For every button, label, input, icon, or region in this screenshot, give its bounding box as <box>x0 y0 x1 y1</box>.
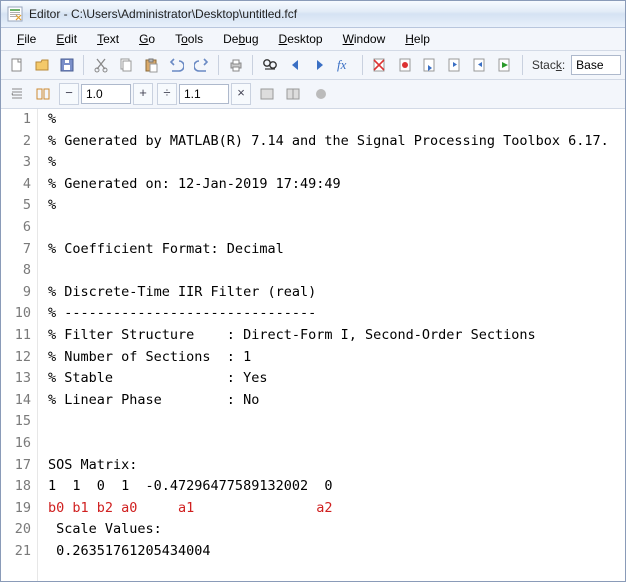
toolbar-separator <box>522 55 523 75</box>
line-number: 14 <box>1 390 31 412</box>
code-line[interactable] <box>48 433 609 455</box>
line-number: 20 <box>1 519 31 541</box>
line-number: 12 <box>1 347 31 369</box>
line-number: 11 <box>1 325 31 347</box>
toolbar-separator <box>218 55 219 75</box>
save-icon[interactable] <box>55 53 78 77</box>
find-icon[interactable] <box>258 53 281 77</box>
line-number: 1 <box>1 109 31 131</box>
main-toolbar: fx Stack: <box>1 51 625 80</box>
menu-file[interactable]: File <box>7 30 46 48</box>
code-line[interactable]: % ------------------------------- <box>48 303 609 325</box>
code-line[interactable] <box>48 260 609 282</box>
menu-debug[interactable]: Debug <box>213 30 268 48</box>
divide-button[interactable]: ÷ <box>157 83 177 105</box>
code-line[interactable]: % Linear Phase : No <box>48 390 609 412</box>
line-number: 15 <box>1 411 31 433</box>
cut-icon[interactable] <box>89 53 112 77</box>
stack-field[interactable] <box>571 55 621 75</box>
line-number: 5 <box>1 195 31 217</box>
set-breakpoint-icon[interactable] <box>393 53 416 77</box>
line-number-gutter: 123456789101112131415161718192021 <box>1 109 38 581</box>
menubar: File Edit Text Go Tools Debug Desktop Wi… <box>1 28 625 51</box>
secondary-toolbar: − + ÷ × <box>1 80 625 109</box>
times-button[interactable]: × <box>231 83 251 105</box>
line-number: 13 <box>1 368 31 390</box>
redo-icon[interactable] <box>190 53 213 77</box>
line-number: 21 <box>1 541 31 563</box>
code-line[interactable]: % Stable : Yes <box>48 368 609 390</box>
code-line[interactable]: 0.26351761205434004 <box>48 541 609 563</box>
code-line[interactable]: 1 1 0 1 -0.47296477589132002 0 <box>48 476 609 498</box>
code-line[interactable]: % <box>48 195 609 217</box>
line-number: 6 <box>1 217 31 239</box>
titlebar: Editor - C:\Users\Administrator\Desktop\… <box>1 1 625 28</box>
code-line[interactable]: % Generated by MATLAB(R) 7.14 and the Si… <box>48 131 609 153</box>
line-number: 10 <box>1 303 31 325</box>
layout1-icon[interactable] <box>255 82 279 106</box>
menu-window[interactable]: Window <box>333 30 396 48</box>
menu-help[interactable]: Help <box>395 30 440 48</box>
undo-icon[interactable] <box>165 53 188 77</box>
clear-breakpoints-icon[interactable] <box>368 53 391 77</box>
menu-tools[interactable]: Tools <box>165 30 213 48</box>
toolbar-separator <box>252 55 253 75</box>
indent-left-icon[interactable] <box>5 82 29 106</box>
code-editor[interactable]: 123456789101112131415161718192021 %% Gen… <box>1 109 625 581</box>
code-line[interactable]: b0 b1 b2 a0 a1 a2 <box>48 498 609 520</box>
zoom-field-1[interactable] <box>81 84 131 104</box>
toolbar-separator <box>362 55 363 75</box>
code-line[interactable]: Scale Values: <box>48 519 609 541</box>
app-icon <box>7 6 23 22</box>
line-number: 19 <box>1 498 31 520</box>
new-file-icon[interactable] <box>5 53 28 77</box>
stack-label: Stack: <box>532 58 565 72</box>
code-content[interactable]: %% Generated by MATLAB(R) 7.14 and the S… <box>38 109 609 581</box>
code-line[interactable]: % Discrete-Time IIR Filter (real) <box>48 282 609 304</box>
line-number: 16 <box>1 433 31 455</box>
print-icon[interactable] <box>224 53 247 77</box>
back-icon[interactable] <box>283 53 306 77</box>
record-icon[interactable] <box>309 82 333 106</box>
paste-icon[interactable] <box>140 53 163 77</box>
menu-go[interactable]: Go <box>129 30 165 48</box>
line-number: 7 <box>1 239 31 261</box>
copy-icon[interactable] <box>115 53 138 77</box>
step-in-icon[interactable] <box>443 53 466 77</box>
step-icon[interactable] <box>418 53 441 77</box>
layout2-icon[interactable] <box>281 82 305 106</box>
open-file-icon[interactable] <box>30 53 53 77</box>
code-line[interactable]: % <box>48 152 609 174</box>
line-number: 4 <box>1 174 31 196</box>
step-out-icon[interactable] <box>469 53 492 77</box>
line-number: 3 <box>1 152 31 174</box>
menu-edit[interactable]: Edit <box>46 30 87 48</box>
code-line[interactable]: % Number of Sections : 1 <box>48 347 609 369</box>
toolbar-separator <box>83 55 84 75</box>
plus-button[interactable]: + <box>133 83 153 105</box>
minus-button[interactable]: − <box>59 83 79 105</box>
code-line[interactable]: % Coefficient Format: Decimal <box>48 239 609 261</box>
function-icon[interactable]: fx <box>334 53 357 77</box>
menu-desktop[interactable]: Desktop <box>269 30 333 48</box>
line-number: 17 <box>1 455 31 477</box>
menu-text[interactable]: Text <box>87 30 129 48</box>
continue-icon[interactable] <box>494 53 517 77</box>
line-number: 18 <box>1 476 31 498</box>
line-number: 9 <box>1 282 31 304</box>
code-line[interactable] <box>48 411 609 433</box>
code-line[interactable]: % Filter Structure : Direct-Form I, Seco… <box>48 325 609 347</box>
code-line[interactable] <box>48 217 609 239</box>
editor-window: Editor - C:\Users\Administrator\Desktop\… <box>0 0 626 582</box>
indent-right-icon[interactable] <box>31 82 55 106</box>
line-number: 8 <box>1 260 31 282</box>
code-line[interactable]: % Generated on: 12-Jan-2019 17:49:49 <box>48 174 609 196</box>
svg-text:fx: fx <box>337 57 347 72</box>
code-line[interactable]: % <box>48 109 609 131</box>
window-title: Editor - C:\Users\Administrator\Desktop\… <box>29 7 297 21</box>
line-number: 2 <box>1 131 31 153</box>
code-line[interactable]: SOS Matrix: <box>48 455 609 477</box>
zoom-field-2[interactable] <box>179 84 229 104</box>
forward-icon[interactable] <box>309 53 332 77</box>
